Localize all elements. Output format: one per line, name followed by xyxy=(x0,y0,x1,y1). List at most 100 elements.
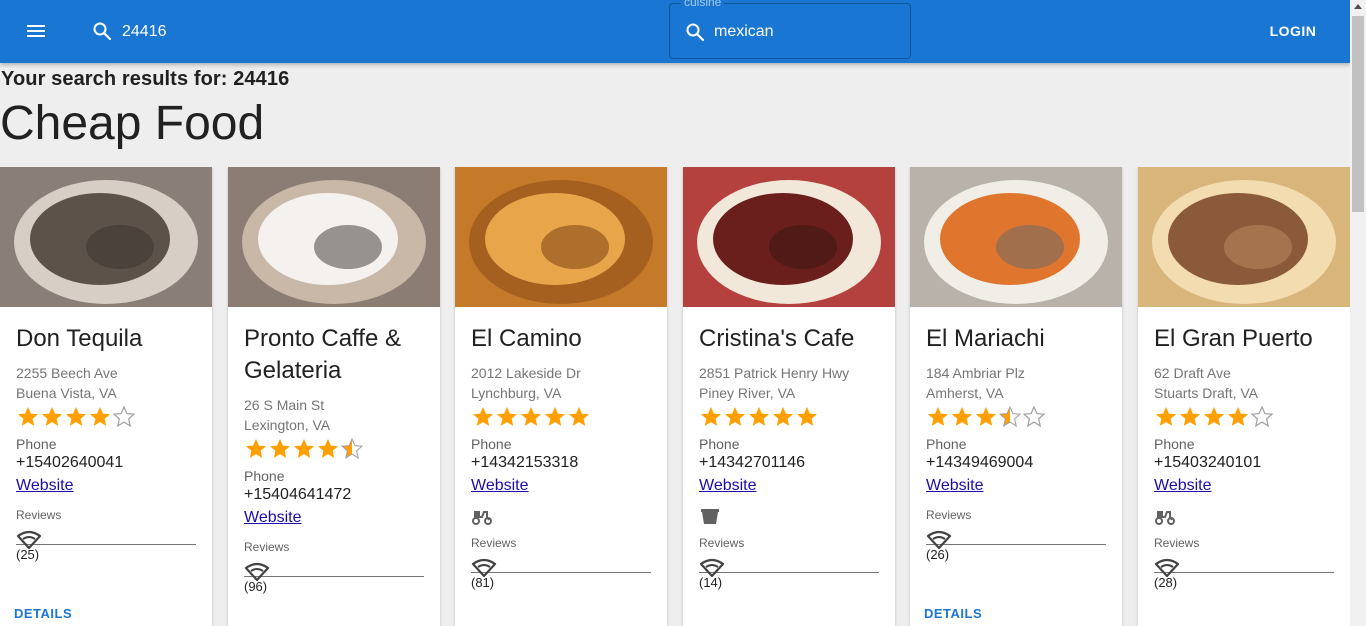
star-icon xyxy=(64,405,88,431)
address-line-1: 2851 Patrick Henry Hwy xyxy=(699,365,850,381)
star-icon xyxy=(567,405,591,431)
reviews-progress-bar xyxy=(16,544,196,545)
star-icon xyxy=(519,405,543,431)
website-link[interactable]: Website xyxy=(1154,473,1212,499)
restaurant-photo[interactable] xyxy=(228,167,440,307)
menu-icon[interactable] xyxy=(20,18,52,46)
scroll-up-arrow-icon[interactable] xyxy=(1354,4,1362,9)
star-icon xyxy=(1202,405,1226,431)
restaurant-photo[interactable] xyxy=(0,167,212,307)
reviews-progress-bar xyxy=(699,572,879,573)
restaurant-name[interactable]: Cristina's Cafe xyxy=(699,323,879,355)
restaurant-card: Don Tequila 2255 Beech Ave Buena Vista, VA… xyxy=(0,167,212,626)
star-icon xyxy=(723,405,747,431)
reviews-label: Reviews xyxy=(16,508,62,522)
star-icon xyxy=(543,405,567,431)
restaurant-name[interactable]: El Mariachi xyxy=(926,323,1106,355)
star-icon xyxy=(1226,405,1250,431)
restaurant-photo[interactable] xyxy=(455,167,667,307)
star-half-icon xyxy=(998,405,1022,431)
star-icon xyxy=(16,405,40,431)
login-button[interactable]: LOGIN xyxy=(1256,16,1330,46)
star-icon xyxy=(699,405,723,431)
address-line-2: Amherst, VA xyxy=(926,385,1004,401)
takeout-box-icon xyxy=(699,505,721,527)
website-link[interactable]: Website xyxy=(699,473,757,499)
star-icon xyxy=(88,405,112,431)
reviews-count: (81) xyxy=(471,575,495,590)
restaurant-card: El Mariachi 184 Ambriar Plz Amherst, VA Pho… xyxy=(910,167,1122,626)
star-icon xyxy=(292,437,316,463)
address-line-1: 2255 Beech Ave xyxy=(16,365,118,381)
phone-label: Phone xyxy=(926,436,967,452)
reviews-label: Reviews xyxy=(471,536,517,550)
reviews-label: Reviews xyxy=(1154,536,1200,550)
star-rating xyxy=(244,437,424,463)
restaurant-card-list: Don Tequila 2255 Beech Ave Buena Vista, VA… xyxy=(0,167,1350,626)
app-bar: cuisine LOGIN xyxy=(0,0,1350,63)
phone-number: +15403240101 xyxy=(1154,454,1262,471)
address-line-1: 184 Ambriar Plz xyxy=(926,365,1025,381)
reviews-count: (25) xyxy=(16,547,40,562)
search-icon xyxy=(92,21,112,41)
phone-label: Phone xyxy=(471,436,512,452)
restaurant-name[interactable]: Don Tequila xyxy=(16,323,196,355)
phone-number: +14342153318 xyxy=(471,454,579,471)
search-icon xyxy=(685,22,705,42)
scrollbar[interactable] xyxy=(1350,0,1366,626)
phone-label: Phone xyxy=(16,436,57,452)
restaurant-card: Cristina's Cafe 2851 Patrick Henry Hwy Pin… xyxy=(683,167,895,626)
reviews-label: Reviews xyxy=(926,508,972,522)
reviews-progress-bar xyxy=(244,576,424,577)
star-icon xyxy=(316,437,340,463)
star-rating xyxy=(471,405,651,431)
star-rating xyxy=(699,405,879,431)
star-icon xyxy=(950,405,974,431)
star-icon xyxy=(244,437,268,463)
reviews-count: (14) xyxy=(699,575,723,590)
reviews-label: Reviews xyxy=(244,540,290,554)
address-line-2: Lynchburg, VA xyxy=(471,385,562,401)
details-button[interactable]: DETAILS xyxy=(924,606,982,621)
star-rating xyxy=(926,405,1106,431)
phone-number: +15402640041 xyxy=(16,454,124,471)
zip-search-input[interactable] xyxy=(122,20,372,44)
restaurant-name[interactable]: El Gran Puerto xyxy=(1154,323,1334,355)
address-line-1: 62 Draft Ave xyxy=(1154,365,1231,381)
star-icon xyxy=(40,405,64,431)
website-link[interactable]: Website xyxy=(471,473,529,499)
address-line-2: Buena Vista, VA xyxy=(16,385,117,401)
cuisine-search-input[interactable] xyxy=(714,20,894,44)
address-line-2: Stuarts Draft, VA xyxy=(1154,385,1258,401)
phone-label: Phone xyxy=(244,468,285,484)
reviews-label: Reviews xyxy=(699,536,745,550)
website-link[interactable]: Website xyxy=(926,473,984,499)
star-icon xyxy=(1178,405,1202,431)
restaurant-photo[interactable] xyxy=(910,167,1122,307)
reviews-count: (26) xyxy=(926,547,950,562)
star-icon xyxy=(795,405,819,431)
restaurant-card: El Gran Puerto 62 Draft Ave Stuarts Draft,… xyxy=(1138,167,1350,626)
phone-number: +14342701146 xyxy=(699,454,806,471)
restaurant-photo[interactable] xyxy=(683,167,895,307)
phone-number: +15404641472 xyxy=(244,486,352,503)
restaurant-card: Pronto Caffe & Gelateria 26 S Main St Lexi… xyxy=(228,167,440,626)
address-line-2: Lexington, VA xyxy=(244,417,331,433)
restaurant-name[interactable]: Pronto Caffe & Gelateria xyxy=(244,323,424,387)
restaurant-photo[interactable] xyxy=(1138,167,1350,307)
website-link[interactable]: Website xyxy=(16,473,74,499)
star-icon xyxy=(747,405,771,431)
star-empty-icon xyxy=(1022,405,1046,431)
star-icon xyxy=(471,405,495,431)
phone-label: Phone xyxy=(699,436,740,452)
star-icon xyxy=(926,405,950,431)
cuisine-search: cuisine xyxy=(669,0,911,59)
restaurant-name[interactable]: El Camino xyxy=(471,323,651,355)
phone-label: Phone xyxy=(1154,436,1195,452)
star-icon xyxy=(771,405,795,431)
scroll-thumb[interactable] xyxy=(1352,16,1364,212)
address-line-1: 2012 Lakeside Dr xyxy=(471,365,581,381)
website-link[interactable]: Website xyxy=(244,505,302,531)
details-button[interactable]: DETAILS xyxy=(14,606,72,621)
reviews-progress-bar xyxy=(1154,572,1334,573)
